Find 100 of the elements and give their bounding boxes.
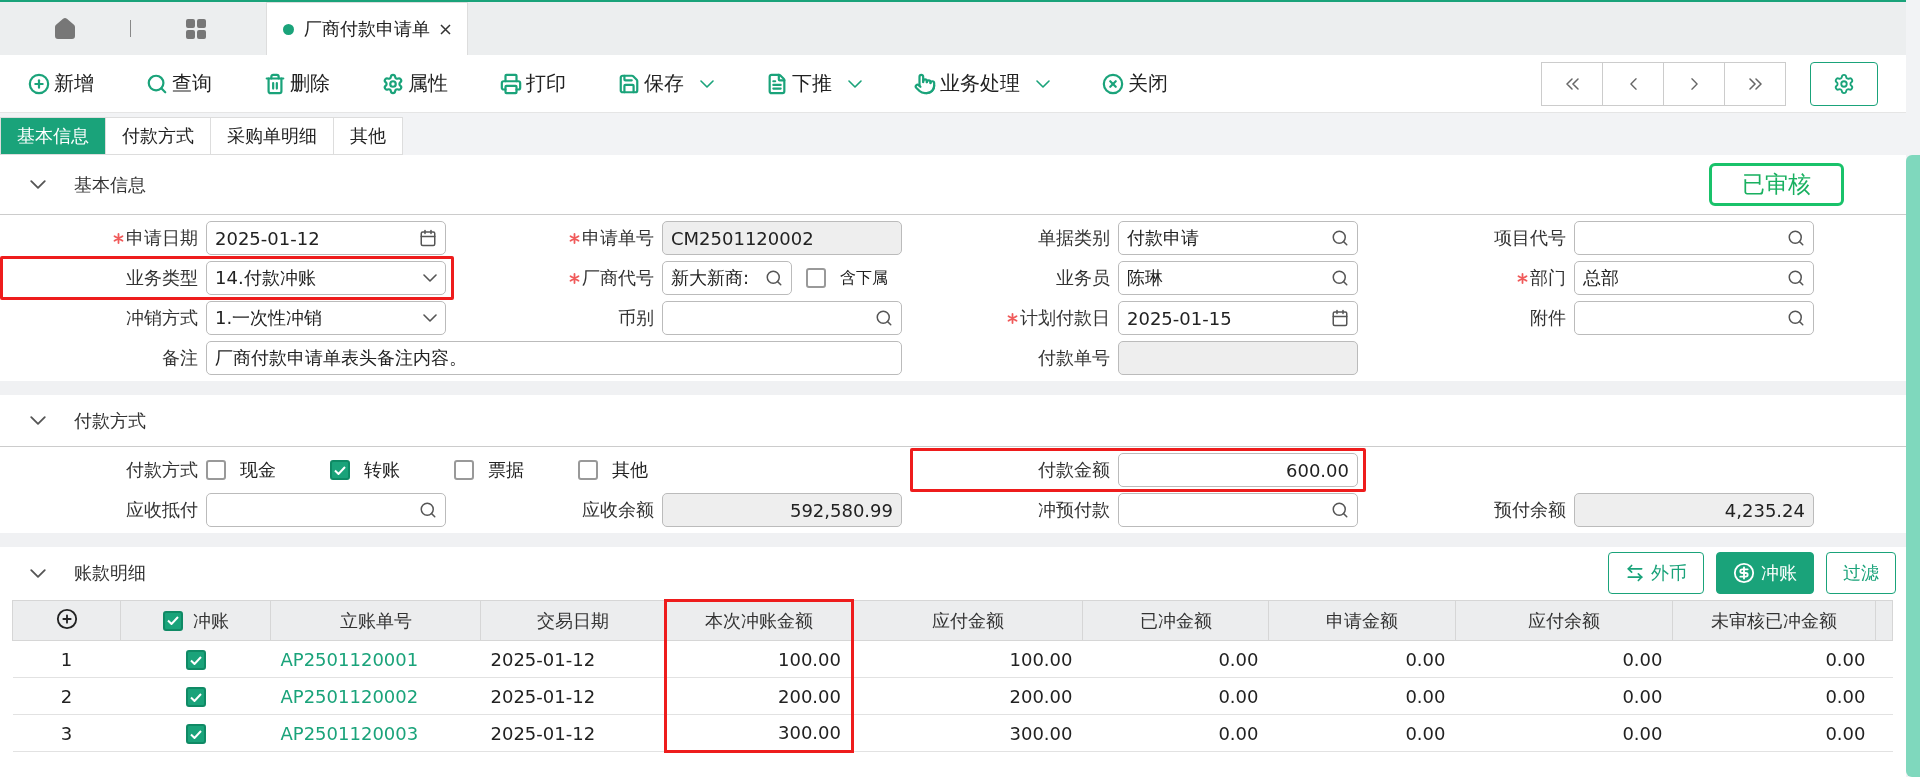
checkbox[interactable] xyxy=(185,650,206,671)
close-icon[interactable] xyxy=(440,23,451,35)
table-cell: 300.00 xyxy=(852,714,1083,752)
checkbox[interactable] xyxy=(162,610,183,631)
toolbar-button[interactable]: 下推 xyxy=(766,70,862,97)
toolbar-button[interactable]: 打印 xyxy=(500,70,566,97)
checkbox[interactable] xyxy=(330,460,350,480)
lookup-field[interactable]: 总部 xyxy=(1574,261,1814,295)
checkbox[interactable] xyxy=(578,460,598,480)
toolbar-button[interactable]: 删除 xyxy=(264,70,330,97)
toolbar-button[interactable]: 查询 xyxy=(146,70,212,97)
toolbar-button[interactable]: 保存 xyxy=(618,70,714,97)
form-tab[interactable]: 付款方式 xyxy=(105,117,211,155)
lookup-field[interactable]: 新大新商: xyxy=(662,261,792,295)
chevron-right-icon xyxy=(1690,77,1698,90)
checkbox[interactable] xyxy=(806,268,826,288)
field-label: 备注 xyxy=(162,346,198,370)
input-field[interactable]: 厂商付款申请单表头备注内容。 xyxy=(206,341,902,375)
chevron-down-icon xyxy=(423,314,437,322)
column-header: 已冲金额 xyxy=(1082,600,1269,641)
table-cell: 0.00 xyxy=(1082,677,1269,715)
form-tab[interactable]: 采购单明细 xyxy=(210,117,334,155)
field-label: 附件 xyxy=(1530,306,1566,330)
next-button[interactable] xyxy=(1663,61,1725,106)
field-label: 币别 xyxy=(618,306,654,330)
field-label: 冲预付款 xyxy=(1038,498,1110,522)
chevron-down-icon xyxy=(848,79,862,88)
checkbox[interactable] xyxy=(206,460,226,480)
trash-icon xyxy=(264,72,286,95)
field-label: 申请单号 xyxy=(582,226,654,250)
check-icon xyxy=(189,655,202,665)
printer-icon xyxy=(500,72,522,95)
scrollbar-thumb[interactable] xyxy=(1906,155,1920,777)
table-cell: 200.00 xyxy=(852,677,1083,715)
row-number: 2 xyxy=(12,677,121,715)
search-icon xyxy=(1331,501,1349,519)
table-cell: 2025-01-12 xyxy=(480,677,666,715)
checkbox[interactable] xyxy=(185,687,206,708)
readonly-field: 592,580.99 xyxy=(662,493,902,527)
checkbox[interactable] xyxy=(454,460,474,480)
toolbar-button[interactable]: 属性 xyxy=(382,70,448,97)
select-field[interactable]: 1.一次性冲销 xyxy=(206,301,446,335)
search-icon xyxy=(1787,309,1805,327)
table-cell: 0.00 xyxy=(1672,640,1876,678)
column-header: 立账单号 xyxy=(270,600,481,641)
dollar-icon xyxy=(1733,562,1755,584)
lookup-field[interactable] xyxy=(1574,301,1814,335)
chevron-down-icon[interactable] xyxy=(30,416,46,425)
chevron-down-icon[interactable] xyxy=(30,568,46,578)
toolbar-button[interactable]: 新增 xyxy=(28,70,94,97)
column-header: 未审核已冲金额 xyxy=(1672,600,1876,641)
toolbar-button[interactable]: 关闭 xyxy=(1102,70,1168,97)
toolbar-button[interactable]: 业务处理 xyxy=(914,70,1050,97)
checkbox-label: 转账 xyxy=(364,458,400,482)
header-label: 冲账 xyxy=(192,608,229,633)
field-label: 项目代号 xyxy=(1494,226,1566,250)
select-field[interactable]: 14.付款冲账 xyxy=(206,261,446,295)
swap-arrows-icon xyxy=(1625,563,1645,583)
document-tab[interactable]: 厂商付款申请单 xyxy=(266,2,468,55)
lookup-field[interactable] xyxy=(1574,221,1814,255)
last-page-button[interactable] xyxy=(1724,61,1786,106)
active-dot xyxy=(283,23,294,35)
date-field[interactable]: 2025-01-12 xyxy=(206,221,446,255)
plus-icon xyxy=(28,72,50,95)
field-label: 预付余额 xyxy=(1494,498,1566,522)
table-cell: 0.00 xyxy=(1455,677,1673,715)
check-icon xyxy=(334,465,346,475)
table-cell: 0.00 xyxy=(1672,714,1876,752)
date-field[interactable]: 2025-01-15 xyxy=(1118,301,1358,335)
input-field[interactable]: 600.00 xyxy=(1118,453,1358,487)
column-header: 申请金额 xyxy=(1268,600,1456,641)
readonly-field: 4,235.24 xyxy=(1574,493,1814,527)
lookup-field[interactable]: 付款申请 xyxy=(1118,221,1358,255)
search-icon xyxy=(1787,229,1805,247)
field-label: 业务员 xyxy=(1056,266,1110,290)
lookup-field[interactable] xyxy=(1118,493,1358,527)
document-icon xyxy=(766,72,788,95)
lookup-field[interactable]: 陈琳 xyxy=(1118,261,1358,295)
add-row-icon[interactable] xyxy=(55,607,78,630)
previous-button[interactable] xyxy=(1602,61,1664,106)
field-label: 部门 xyxy=(1530,266,1566,290)
lookup-field[interactable] xyxy=(662,301,902,335)
chevron-down-icon xyxy=(700,79,714,88)
table-cell: 2025-01-12 xyxy=(480,714,666,752)
field-label: 厂商代号 xyxy=(582,266,654,290)
field-label: 申请日期 xyxy=(126,226,198,250)
search-icon xyxy=(146,72,168,95)
search-icon xyxy=(1331,229,1349,247)
form-tab[interactable]: 其他 xyxy=(333,117,403,155)
field-label: 业务类型 xyxy=(126,266,198,290)
check-icon xyxy=(189,729,202,739)
chevron-left-icon xyxy=(1629,77,1637,90)
checkbox[interactable] xyxy=(185,724,206,745)
search-icon xyxy=(419,501,437,519)
column-header: 本次冲账金额 xyxy=(665,600,853,641)
chevron-down-icon[interactable] xyxy=(30,180,46,189)
lookup-field[interactable] xyxy=(206,493,446,527)
settings-button[interactable] xyxy=(1810,61,1878,106)
first-page-button[interactable] xyxy=(1541,61,1603,106)
field-label: 付款金额 xyxy=(1038,458,1110,482)
